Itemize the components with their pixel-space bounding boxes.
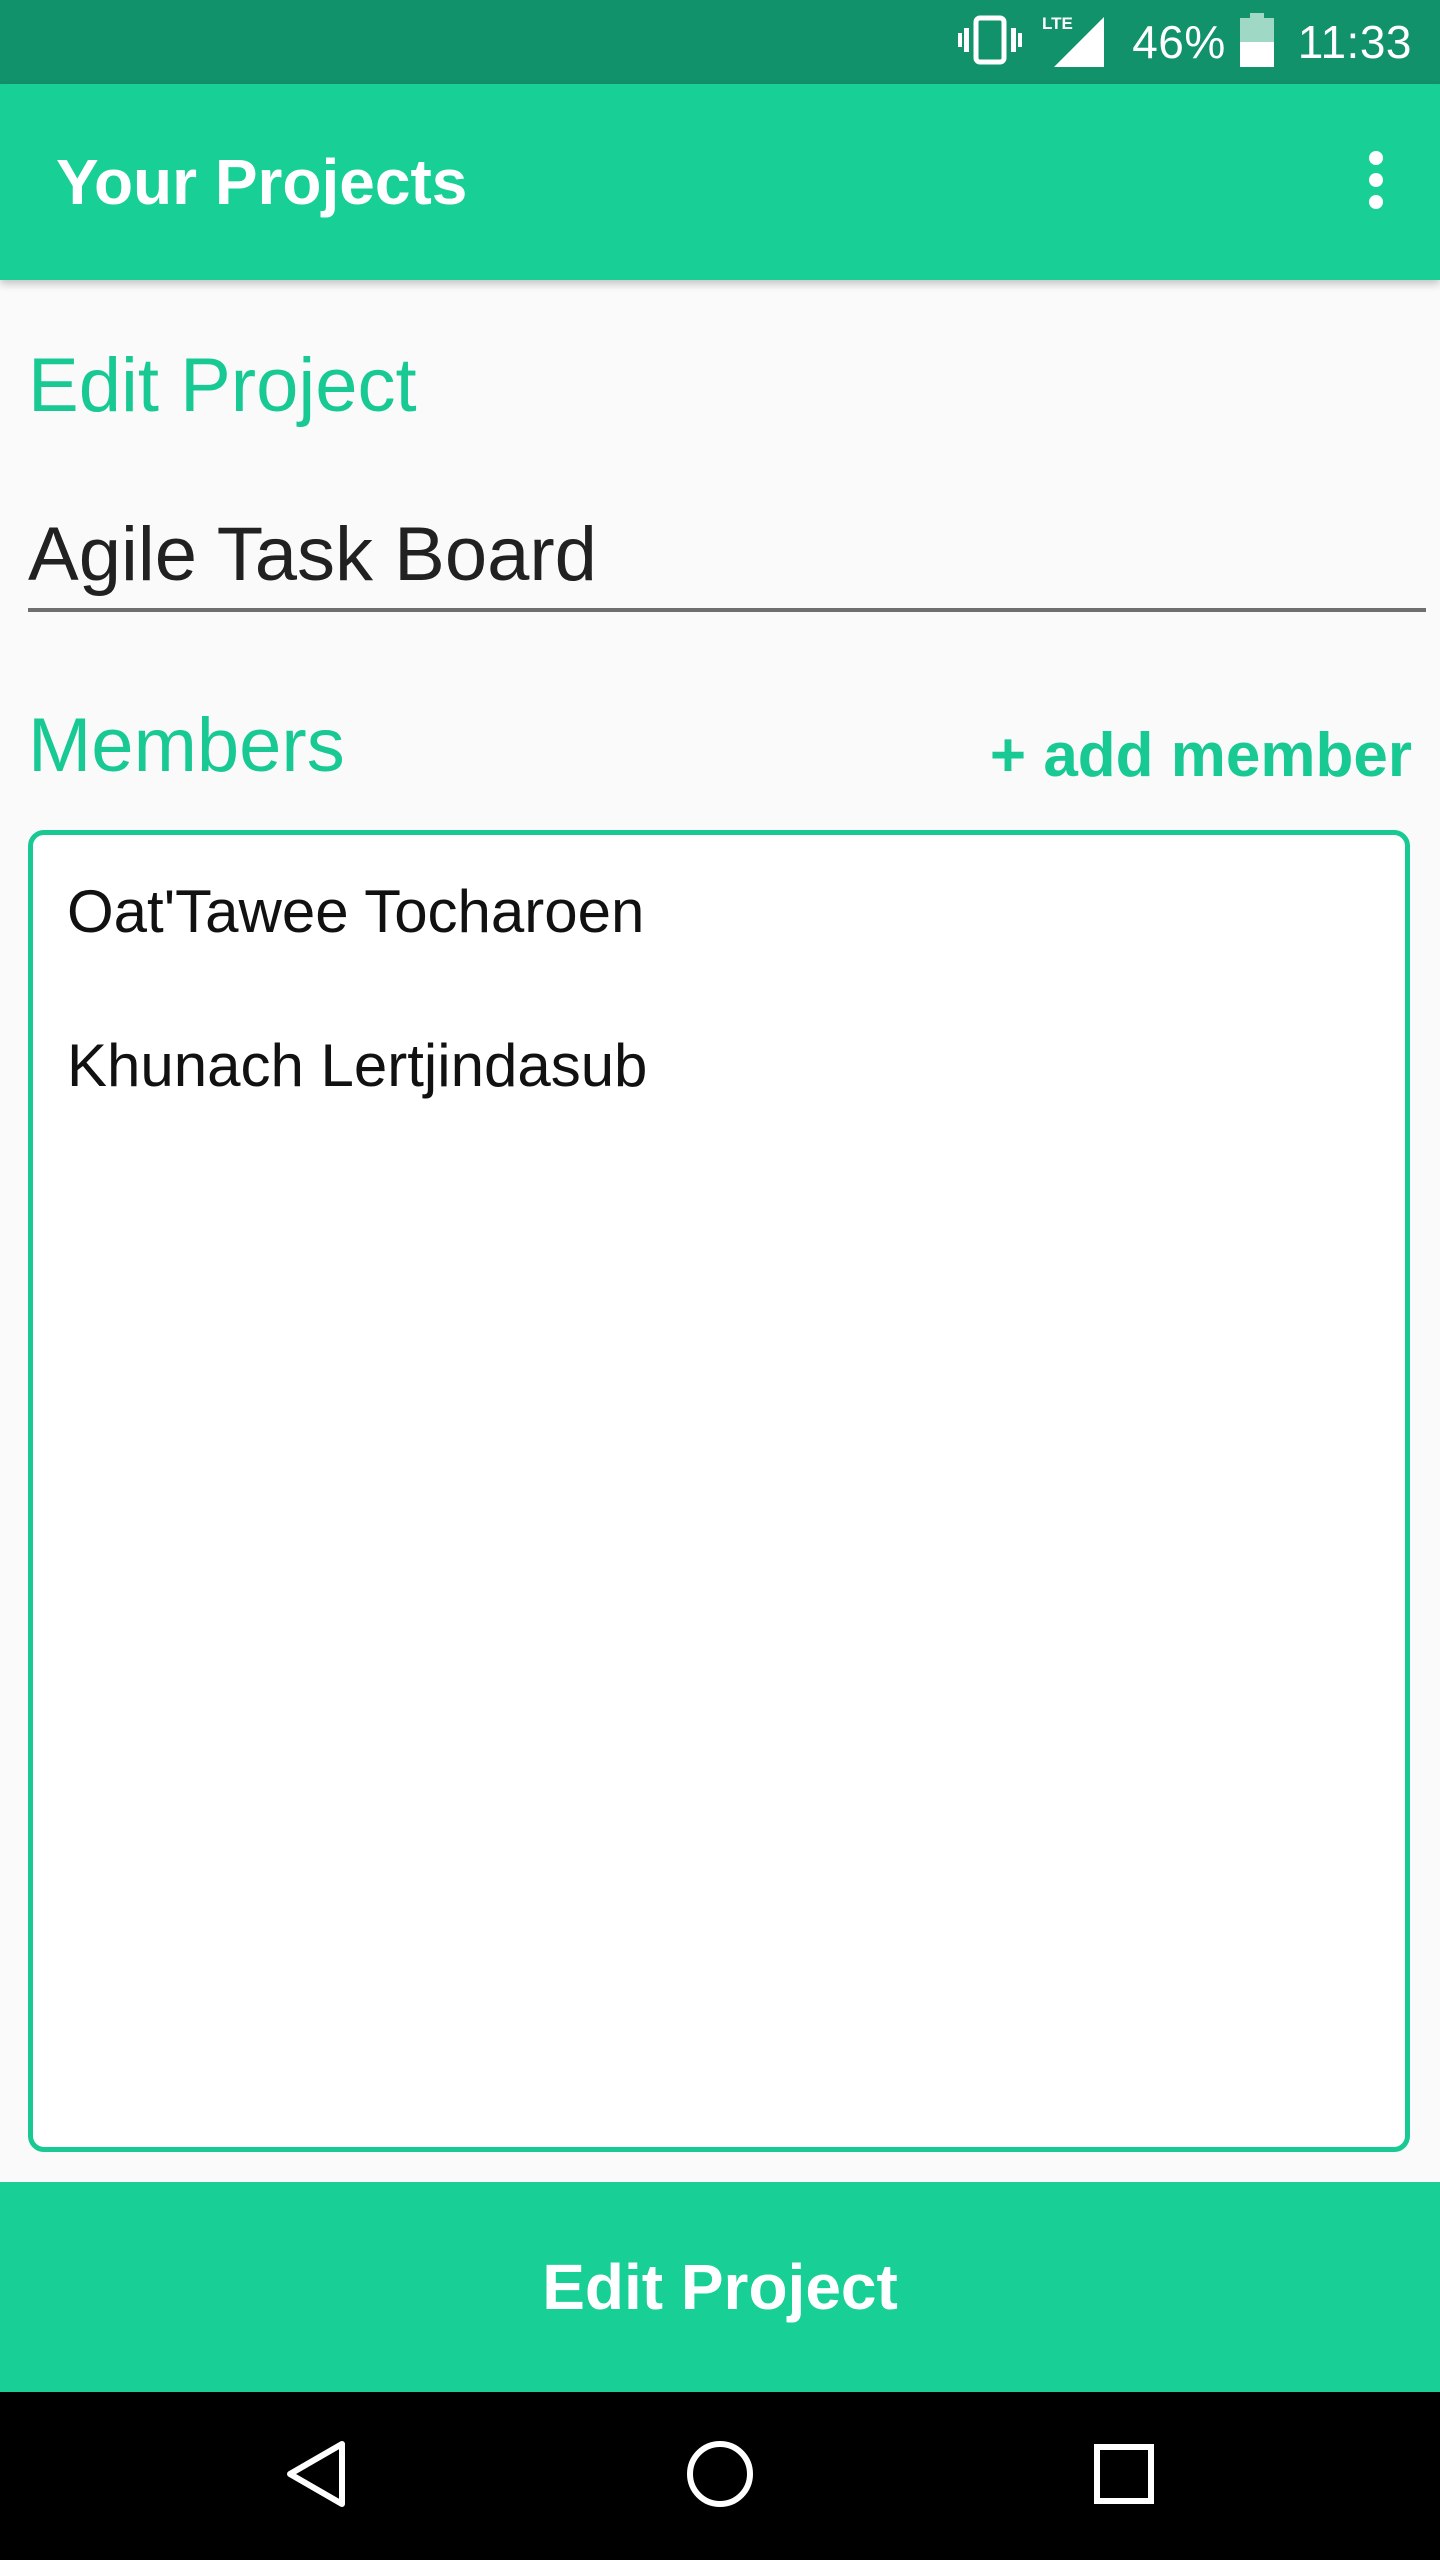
members-heading: Members bbox=[28, 703, 345, 788]
lte-signal-icon: LTE bbox=[1042, 13, 1105, 72]
project-name-input[interactable] bbox=[28, 500, 1426, 612]
app-title: Your Projects bbox=[56, 146, 468, 218]
status-bar: LTE 46% 11:33 bbox=[0, 0, 1440, 84]
add-member-button[interactable]: + add member bbox=[990, 720, 1412, 791]
app-bar: Your Projects bbox=[0, 84, 1440, 280]
back-icon bbox=[284, 2439, 348, 2514]
battery-icon bbox=[1239, 12, 1274, 72]
svg-text:LTE: LTE bbox=[1042, 14, 1073, 33]
back-button[interactable] bbox=[236, 2392, 396, 2560]
navigation-bar bbox=[0, 2392, 1440, 2560]
vibrate-icon bbox=[958, 15, 1023, 70]
home-button[interactable] bbox=[640, 2392, 800, 2560]
more-vert-icon bbox=[1368, 150, 1384, 214]
clock: 11:33 bbox=[1297, 16, 1412, 68]
recents-icon bbox=[1093, 2443, 1155, 2510]
overflow-menu-button[interactable] bbox=[1338, 130, 1414, 234]
edit-project-heading: Edit Project bbox=[28, 343, 417, 428]
member-item[interactable]: Khunach Lertjindasub bbox=[67, 1031, 647, 1100]
battery-percentage: 46% bbox=[1132, 16, 1226, 68]
member-item[interactable]: Oat'Tawee Tocharoen bbox=[67, 877, 644, 946]
recents-button[interactable] bbox=[1044, 2392, 1204, 2560]
home-icon bbox=[685, 2439, 755, 2514]
status-icons: LTE 46% 11:33 bbox=[958, 0, 1412, 84]
members-list: Oat'Tawee Tocharoen Khunach Lertjindasub bbox=[28, 830, 1410, 2152]
edit-project-button[interactable]: Edit Project bbox=[0, 2182, 1440, 2392]
